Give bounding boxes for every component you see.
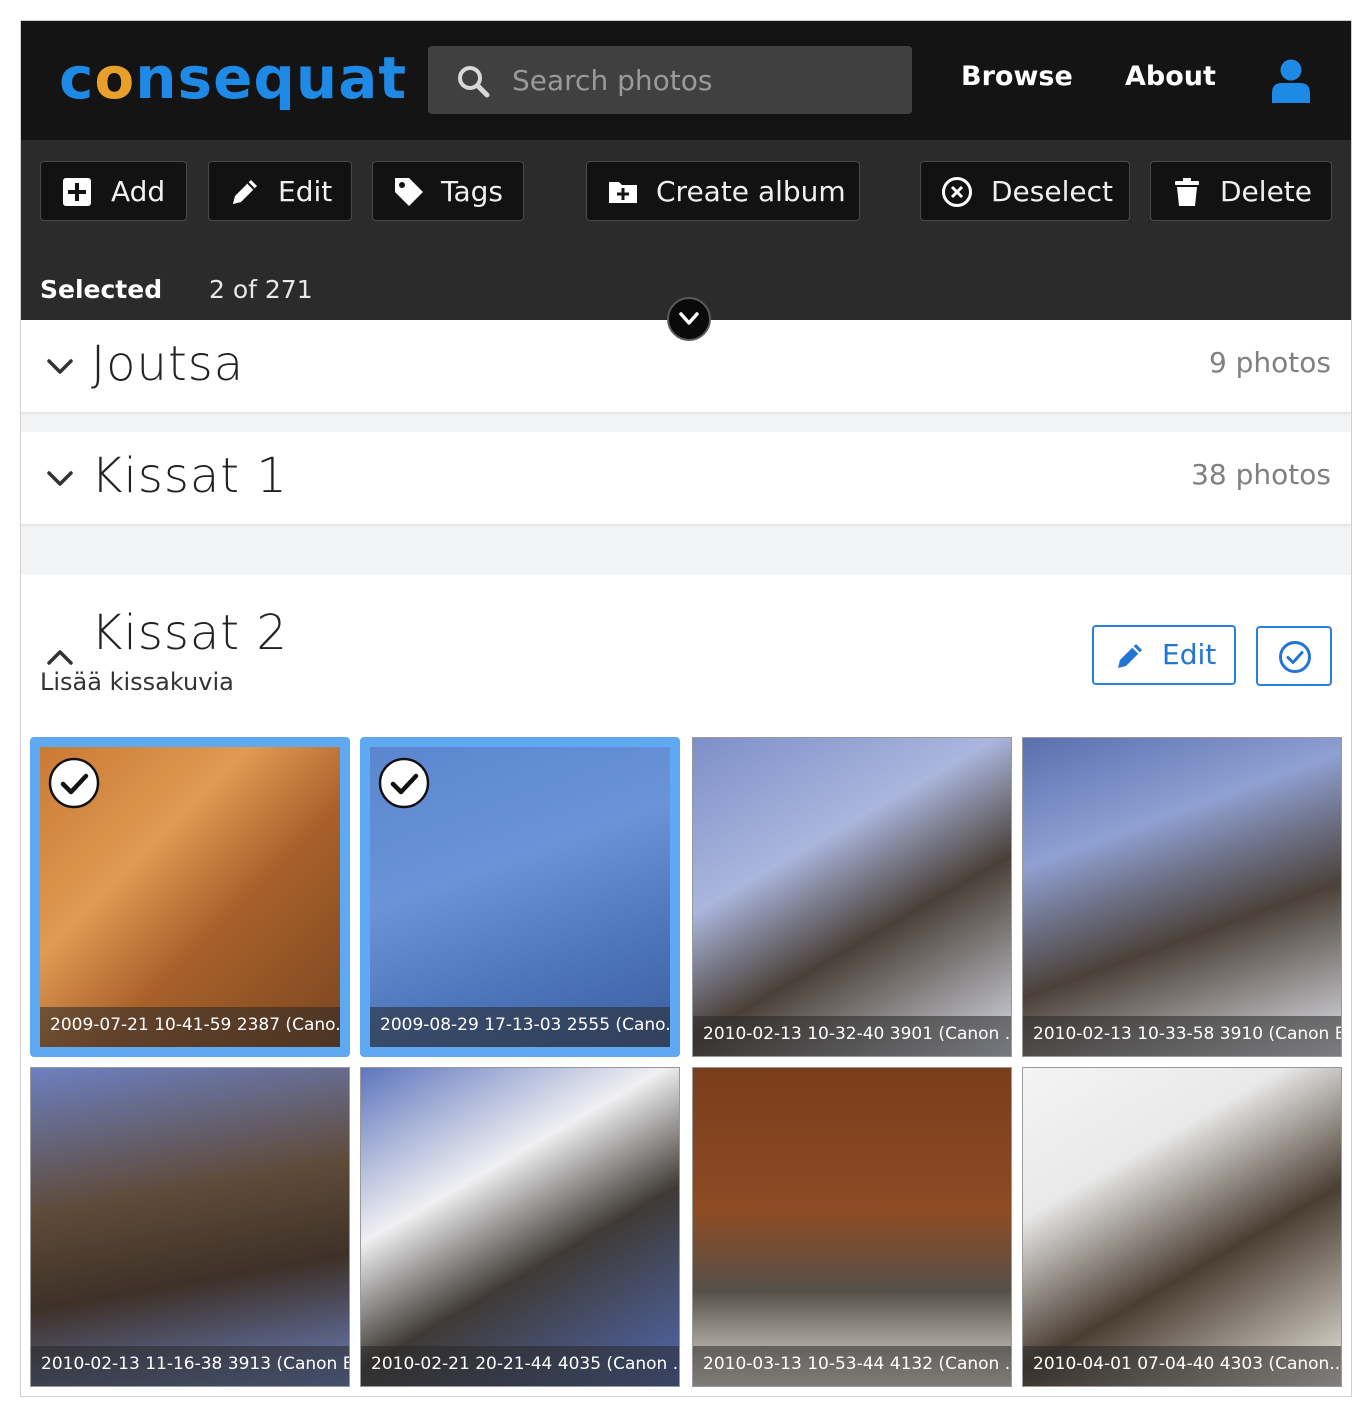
photo-caption: 2010-03-13 10-53-44 4132 (Canon ... (693, 1346, 1011, 1386)
photo-caption: 2010-02-13 10-32-40 3901 (Canon ... (693, 1016, 1011, 1056)
photo-caption: 2010-04-01 07-04-40 4303 (Canon... (1023, 1346, 1341, 1386)
tags-button-label: Tags (441, 175, 503, 208)
album-list: Joutsa 9 photos Kissat 1 38 photos Kissa… (21, 320, 1351, 1396)
top-navbar: consequat Browse About (21, 21, 1351, 140)
tag-icon (395, 178, 423, 206)
app-window: consequat Browse About Add (20, 20, 1352, 1397)
plus-square-icon (63, 178, 91, 206)
photo-caption: 2009-07-21 10-41-59 2387 (Cano... (40, 1007, 340, 1047)
photo-thumbnail[interactable]: 2010-03-13 10-53-44 4132 (Canon ... (692, 1067, 1012, 1387)
edit-button[interactable]: Edit (208, 161, 352, 221)
selected-label: Selected (40, 275, 163, 304)
logo[interactable]: consequat (59, 43, 407, 113)
chevron-down-icon[interactable] (47, 471, 73, 487)
folder-plus-icon (609, 182, 637, 203)
photo-image (693, 1068, 1011, 1386)
pencil-icon (1118, 644, 1142, 668)
album-title: Kissat 2 (91, 605, 288, 661)
search-bar (428, 46, 912, 114)
album-photo-count: 38 photos (1191, 458, 1331, 491)
selection-toolbar: Add Edit Tags Create album Deselect Dele… (21, 140, 1351, 320)
photo-image (1023, 738, 1341, 1056)
deselect-button[interactable]: Deselect (920, 161, 1130, 221)
user-icon[interactable] (1271, 59, 1311, 103)
photo-caption: 2009-08-29 17-13-03 2555 (Cano... (370, 1007, 670, 1047)
photo-image (693, 738, 1011, 1056)
photo-image (361, 1068, 679, 1386)
chevron-down-icon (679, 312, 699, 325)
delete-button-label: Delete (1220, 175, 1312, 208)
photo-caption: 2010-02-21 20-21-44 4035 (Canon ... (361, 1346, 679, 1386)
photo-thumbnail[interactable]: 2010-02-13 11-16-38 3913 (Canon E... (30, 1067, 350, 1387)
photo-caption: 2010-02-13 10-33-58 3910 (Canon E... (1023, 1016, 1341, 1056)
album-kissat-1[interactable]: Kissat 1 38 photos (21, 432, 1351, 524)
chevron-up-icon[interactable] (47, 649, 73, 665)
nav-browse-link[interactable]: Browse (961, 61, 1073, 92)
edit-button-label: Edit (278, 175, 333, 208)
album-title: Kissat 1 (91, 448, 288, 504)
photo-image (31, 1068, 349, 1386)
selected-count: 2 of 271 (209, 275, 313, 304)
search-icon (458, 66, 490, 98)
photo-thumbnail[interactable]: 2009-08-29 17-13-03 2555 (Cano... (360, 737, 680, 1057)
chevron-down-icon[interactable] (47, 359, 73, 375)
photo-caption: 2010-02-13 11-16-38 3913 (Canon E... (31, 1346, 349, 1386)
album-select-all-button[interactable] (1256, 626, 1332, 686)
album-edit-label: Edit (1162, 638, 1217, 671)
add-button-label: Add (111, 175, 166, 208)
photo-image (1023, 1068, 1341, 1386)
album-edit-button[interactable]: Edit (1092, 625, 1236, 685)
delete-button[interactable]: Delete (1150, 161, 1332, 221)
create-album-button[interactable]: Create album (586, 161, 860, 221)
album-title: Joutsa (91, 336, 245, 392)
check-circle-icon[interactable] (48, 757, 100, 809)
create-album-label: Create album (656, 175, 846, 208)
album-photo-count: 9 photos (1208, 346, 1331, 379)
pencil-icon (233, 180, 257, 204)
nav-about-link[interactable]: About (1125, 61, 1216, 92)
circle-x-icon (942, 177, 972, 207)
toolbar-collapse-button[interactable] (667, 297, 711, 341)
photo-thumbnail[interactable]: 2010-02-13 10-33-58 3910 (Canon E... (1022, 737, 1342, 1057)
check-circle-icon[interactable] (378, 757, 430, 809)
photo-thumbnail[interactable]: 2010-02-21 20-21-44 4035 (Canon ... (360, 1067, 680, 1387)
album-kissat-2: Kissat 2 Lisää kissakuvia Edit 2009-07-2… (21, 575, 1351, 1396)
add-button[interactable]: Add (40, 161, 187, 221)
selection-status: Selected 2 of 271 (40, 275, 313, 304)
photo-thumbnail[interactable]: 2010-04-01 07-04-40 4303 (Canon... (1022, 1067, 1342, 1387)
album-description: Lisää kissakuvia (40, 668, 234, 696)
deselect-button-label: Deselect (991, 175, 1113, 208)
search-input[interactable] (512, 46, 892, 114)
trash-icon (1175, 178, 1199, 206)
tags-button[interactable]: Tags (372, 161, 524, 221)
photo-thumbnail[interactable]: 2009-07-21 10-41-59 2387 (Cano... (30, 737, 350, 1057)
circle-check-icon (1279, 641, 1311, 673)
photo-thumbnail[interactable]: 2010-02-13 10-32-40 3901 (Canon ... (692, 737, 1012, 1057)
